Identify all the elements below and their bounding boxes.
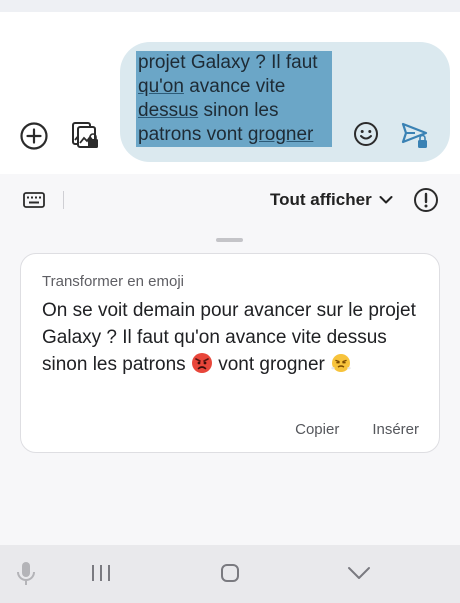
add-attachment-button[interactable] [16, 118, 52, 154]
gallery-button[interactable] [66, 116, 104, 154]
add-circle-icon [20, 122, 48, 150]
message-input-text[interactable]: projet Galaxy ? Il faut qu'on avance vit… [136, 51, 332, 147]
hide-keyboard-icon [348, 567, 370, 579]
info-button[interactable] [412, 186, 440, 214]
info-icon [414, 188, 438, 212]
voice-input-button[interactable] [12, 558, 40, 590]
card-body-text: On se voit demain pour avancer sur le pr… [42, 297, 422, 378]
send-button[interactable] [398, 118, 432, 152]
chevron-down-icon [379, 196, 393, 204]
gallery-lock-icon [72, 122, 98, 148]
show-all-label: Tout afficher [270, 190, 372, 209]
keyboard-icon [23, 192, 45, 208]
hide-keyboard-button[interactable] [344, 559, 374, 587]
recents-button[interactable] [86, 560, 116, 586]
copy-button[interactable]: Copier [295, 421, 339, 438]
drag-handle[interactable] [216, 238, 243, 242]
message-line: qu'on avance vite [136, 75, 332, 99]
status-strip [0, 0, 460, 12]
send-lock-icon [401, 122, 428, 148]
keyboard-button[interactable] [20, 188, 48, 212]
card-title: Transformer en emoji [42, 273, 184, 290]
message-line: projet Galaxy ? Il faut [136, 51, 332, 75]
toolbar-divider [63, 191, 64, 209]
angry-face-emoji [191, 353, 212, 373]
home-button[interactable] [215, 559, 245, 587]
card-body-part: vont grogner [212, 354, 331, 375]
microphone-icon [17, 562, 35, 585]
card-actions: Copier Insérer [295, 421, 419, 438]
message-line: dessus sinon les [136, 99, 332, 123]
recents-icon [92, 565, 110, 581]
emoji-button[interactable] [350, 118, 382, 150]
smiley-icon [354, 122, 378, 146]
home-icon [221, 564, 239, 582]
show-all-dropdown[interactable]: Tout afficher [270, 188, 393, 212]
emoji-suggestion-card: Transformer en emoji On se voit demain p… [20, 253, 440, 453]
message-line: patrons vont grogner [136, 123, 332, 147]
insert-button[interactable]: Insérer [372, 421, 419, 438]
face-with-steam-emoji [331, 354, 352, 372]
